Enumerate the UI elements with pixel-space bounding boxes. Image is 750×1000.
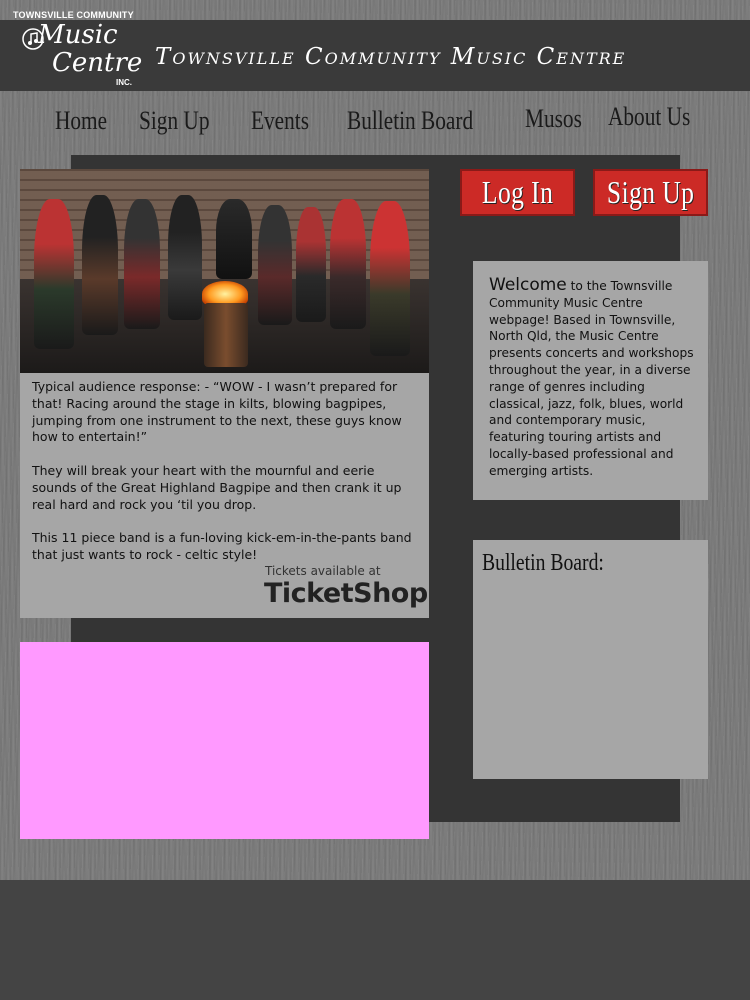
bulletin-board-title: Bulletin Board: [482, 550, 604, 576]
photo-band-member [124, 199, 160, 329]
login-button-label: Log In [481, 174, 554, 210]
footer-band [0, 880, 750, 1000]
ticketshop-logo[interactable]: TicketShop [264, 578, 428, 609]
photo-band-member [168, 195, 202, 320]
welcome-text: Welcome to the Townsville Community Musi… [489, 277, 701, 480]
article-paragraph: They will break your heart with the mour… [32, 462, 402, 512]
photo-band-member [370, 201, 410, 356]
article-text: Typical audience response: - “WOW - I wa… [32, 379, 412, 581]
photo-band-member [330, 199, 366, 329]
photo-band-member [258, 205, 292, 325]
site-title: Townsville Community Music Centre [155, 44, 627, 70]
signup-button[interactable]: Sign Up [593, 169, 708, 216]
band-photo [20, 169, 429, 373]
photo-band-member [296, 207, 326, 322]
logo-top-text: TOWNSVILLE COMMUNITY [13, 10, 134, 20]
photo-band-member [216, 199, 252, 279]
photo-band-member [34, 199, 74, 349]
nav-events[interactable]: Events [251, 106, 309, 136]
article-paragraph: Typical audience response: - “WOW - I wa… [32, 379, 402, 445]
site-logo[interactable]: TOWNSVILLE COMMUNITY Music Centre INC. [8, 8, 148, 102]
photo-band-member [82, 195, 118, 335]
nav-sign-up[interactable]: Sign Up [139, 106, 209, 136]
photo-barrel [204, 303, 248, 367]
placeholder-box [20, 642, 429, 839]
nav-home[interactable]: Home [55, 106, 107, 136]
article-paragraph: This 11 piece band is a fun-loving kick-… [32, 530, 412, 562]
logo-script-centre: Centre [52, 48, 143, 78]
signup-button-label: Sign Up [606, 174, 695, 210]
logo-inc: INC. [116, 78, 132, 87]
nav-about-us[interactable]: About Us [608, 102, 690, 132]
tickets-label: Tickets available at [265, 564, 381, 578]
logo-script-music: Music [38, 20, 118, 50]
nav-bulletin-board[interactable]: Bulletin Board [347, 106, 473, 136]
login-button[interactable]: Log In [460, 169, 575, 216]
welcome-body: to the Townsville Community Music Centre… [489, 279, 694, 478]
nav-musos[interactable]: Musos [525, 104, 582, 134]
welcome-first-word: Welcome [489, 275, 567, 295]
